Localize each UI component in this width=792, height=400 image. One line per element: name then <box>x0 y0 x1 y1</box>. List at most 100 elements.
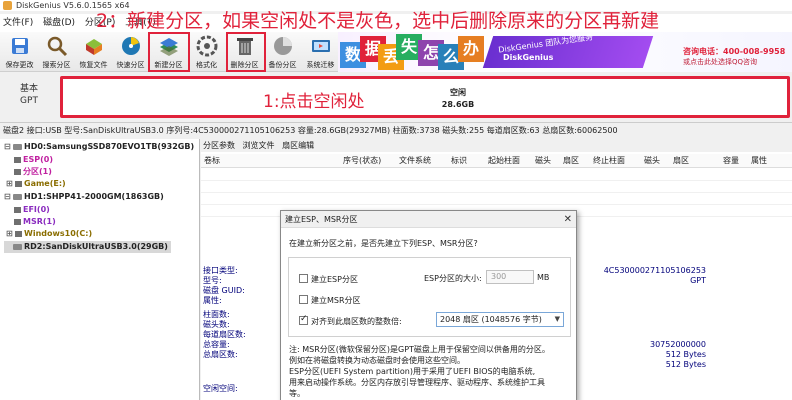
system-migration-button[interactable]: 系统迁移 <box>302 33 339 71</box>
align-sector-select[interactable]: 2048 扇区 (1048576 字节) ▼ <box>436 312 564 327</box>
create-esp-msr-dialog: 建立ESP、MSR分区 ✕ 在建立新分区之前，是否先建立下列ESP、MSR分区?… <box>280 210 577 400</box>
new-partition-highlight <box>148 32 190 72</box>
partition-icon <box>14 218 21 225</box>
migrate-icon <box>311 40 330 52</box>
prop-interface-type: 接口类型: <box>203 266 238 275</box>
align-checkbox[interactable] <box>299 314 308 325</box>
col-attribute[interactable]: 属性 <box>751 154 767 168</box>
prop-sectors-per-track: 每道扇区数: <box>203 330 246 339</box>
disk-type-label: 基本 GPT <box>19 84 38 106</box>
col-start-head[interactable]: 磁头 <box>535 154 551 168</box>
tree-node-hd1[interactable]: ⊟ HD1:SHPP41-2000GM(1863GB) <box>4 191 164 203</box>
free-space-size: 28.6GB <box>441 100 475 109</box>
value-serial: 4C530000271105106253 <box>603 266 706 275</box>
prop-disk-guid: 磁盘 GUID: <box>203 286 245 295</box>
col-end-head[interactable]: 磁头 <box>644 154 660 168</box>
partition-icon <box>15 180 22 187</box>
tree-node-windows[interactable]: ⊞ Windows10(C:) <box>6 228 92 240</box>
esp-checkbox-label[interactable]: 建立ESP分区 <box>311 274 358 285</box>
search-partition-button[interactable]: 搜索分区 <box>38 33 75 71</box>
banner-phone: 咨询电话：400-008-9958 <box>683 47 786 56</box>
prop-model: 型号: <box>203 276 222 285</box>
col-start-cylinder[interactable]: 起始柱面 <box>488 154 520 168</box>
format-button[interactable]: 格式化 <box>188 33 225 71</box>
tree-node-hd0[interactable]: ⊟ HD0:SamsungSSD870EVO1TB(932GB) <box>4 141 194 153</box>
partition-icon <box>15 230 22 237</box>
banner-brand: DiskGenius <box>503 53 554 62</box>
col-index[interactable]: 序号(状态) <box>343 154 381 168</box>
col-volume-label[interactable]: 卷标 <box>204 154 220 168</box>
esp-size-unit: MB <box>537 273 550 282</box>
table-row <box>201 193 792 205</box>
dialog-question: 在建立新分区之前，是否先建立下列ESP、MSR分区? <box>289 239 478 248</box>
delete-partition-highlight <box>226 32 266 72</box>
menu-disk[interactable]: 磁盘(D) <box>43 18 75 28</box>
tab-sector-edit[interactable]: 扇区编辑 <box>282 141 314 150</box>
esp-size-input[interactable]: 300 <box>486 270 534 284</box>
tree-node-rd2[interactable]: RD2:SanDiskUltraUSB3.0(29GB) <box>4 241 171 253</box>
partition-table-header: 卷标 序号(状态) 文件系统 标识 起始柱面 磁头 扇区 终止柱面 磁头 扇区 … <box>201 154 792 168</box>
save-icon <box>11 38 28 54</box>
align-checkbox-label[interactable]: 对齐到此扇区数的整数倍: <box>311 316 402 327</box>
backup-icon <box>273 37 292 55</box>
ad-banner[interactable]: 数 据 丢 失 怎 么 办 DiskGenius 团队为您服务 DiskGeni… <box>338 32 792 72</box>
save-changes-button[interactable]: 保存更改 <box>1 33 38 71</box>
col-filesystem[interactable]: 文件系统 <box>399 154 431 168</box>
value-capacity-bytes: 30752000000 <box>650 340 706 349</box>
partition-icon <box>14 156 21 163</box>
prop-heads: 磁头数: <box>203 320 230 329</box>
menu-file[interactable]: 文件(F) <box>3 18 33 28</box>
recover-icon <box>85 39 102 55</box>
tree-node-efi[interactable]: EFI(0) <box>14 204 50 216</box>
tree-node-esp[interactable]: ESP(0) <box>14 154 53 166</box>
disk-info-line: 磁盘2 接口:USB 型号:SanDiskUltraUSB3.0 序列号:4C5… <box>0 122 792 137</box>
col-capacity[interactable]: 容量 <box>723 154 739 168</box>
quick-partition-icon <box>121 37 140 55</box>
disk-map: 基本 GPT 1:点击空闲处 空闲 28.6GB <box>0 73 792 121</box>
value-partition-style: GPT <box>690 276 706 285</box>
esp-checkbox[interactable] <box>299 274 308 283</box>
dialog-title-bar: 建立ESP、MSR分区 ✕ <box>281 211 576 228</box>
tree-node-msr[interactable]: MSR(1) <box>14 216 56 228</box>
dialog-notes: 注: MSR分区(微软保留分区)是GPT磁盘上用于保留空间以供备用的分区。 例如… <box>289 345 550 398</box>
free-space-block[interactable]: 1:点击空闲处 空闲 28.6GB <box>60 76 790 118</box>
tab-partition-params[interactable]: 分区参数 <box>203 141 235 150</box>
esp-size-label: ESP分区的大小: <box>424 274 482 283</box>
free-space-name: 空闲 <box>450 88 466 97</box>
col-end-sector[interactable]: 扇区 <box>673 154 689 168</box>
quick-partition-button[interactable]: 快速分区 <box>112 33 149 71</box>
tab-bar: 分区参数 浏览文件 扇区编辑 <box>201 139 792 152</box>
tree-node-part1[interactable]: 分区(1) <box>14 166 52 178</box>
close-icon[interactable]: ✕ <box>564 211 572 228</box>
banner-cube: 办 <box>458 36 484 62</box>
col-start-sector[interactable]: 扇区 <box>563 154 579 168</box>
disk-icon <box>13 193 22 200</box>
tree-node-game[interactable]: ⊞ Game(E:) <box>6 178 66 190</box>
backup-partition-button[interactable]: 备份分区 <box>264 33 301 71</box>
value-physical-sector-size: 512 Bytes <box>665 360 706 369</box>
col-end-cylinder[interactable]: 终止柱面 <box>593 154 625 168</box>
disk-tree: ⊟ HD0:SamsungSSD870EVO1TB(932GB) ESP(0) 分… <box>0 139 200 400</box>
app-icon <box>3 1 12 10</box>
format-icon <box>196 35 217 57</box>
chevron-down-icon: ▼ <box>554 315 560 323</box>
disk-icon <box>13 143 22 150</box>
recover-files-button[interactable]: 恢复文件 <box>75 33 112 71</box>
tab-browse-files[interactable]: 浏览文件 <box>243 141 275 150</box>
msr-checkbox[interactable] <box>299 295 308 304</box>
table-row <box>201 181 792 193</box>
prop-total-capacity: 总容量: <box>203 340 230 349</box>
col-flag[interactable]: 标识 <box>451 154 467 168</box>
dialog-title: 建立ESP、MSR分区 <box>285 215 358 224</box>
prop-total-sectors: 总扇区数: <box>203 350 238 359</box>
partition-icon <box>14 168 21 175</box>
prop-free-space: 空闲空间: <box>203 384 238 393</box>
diskgenius-window: DiskGenius V5.6.0.1565 x64 文件(F) 磁盘(D) 分… <box>0 0 792 400</box>
disk-icon <box>13 243 22 250</box>
disk-annotation: 1:点击空闲处 <box>263 92 365 112</box>
prop-attributes: 属性: <box>203 296 222 305</box>
msr-checkbox-label[interactable]: 建立MSR分区 <box>311 295 361 306</box>
partition-icon <box>14 206 21 213</box>
banner-qq-link[interactable]: 或点击此处选择QQ咨询 <box>683 57 757 67</box>
prop-cylinders: 柱面数: <box>203 310 230 319</box>
